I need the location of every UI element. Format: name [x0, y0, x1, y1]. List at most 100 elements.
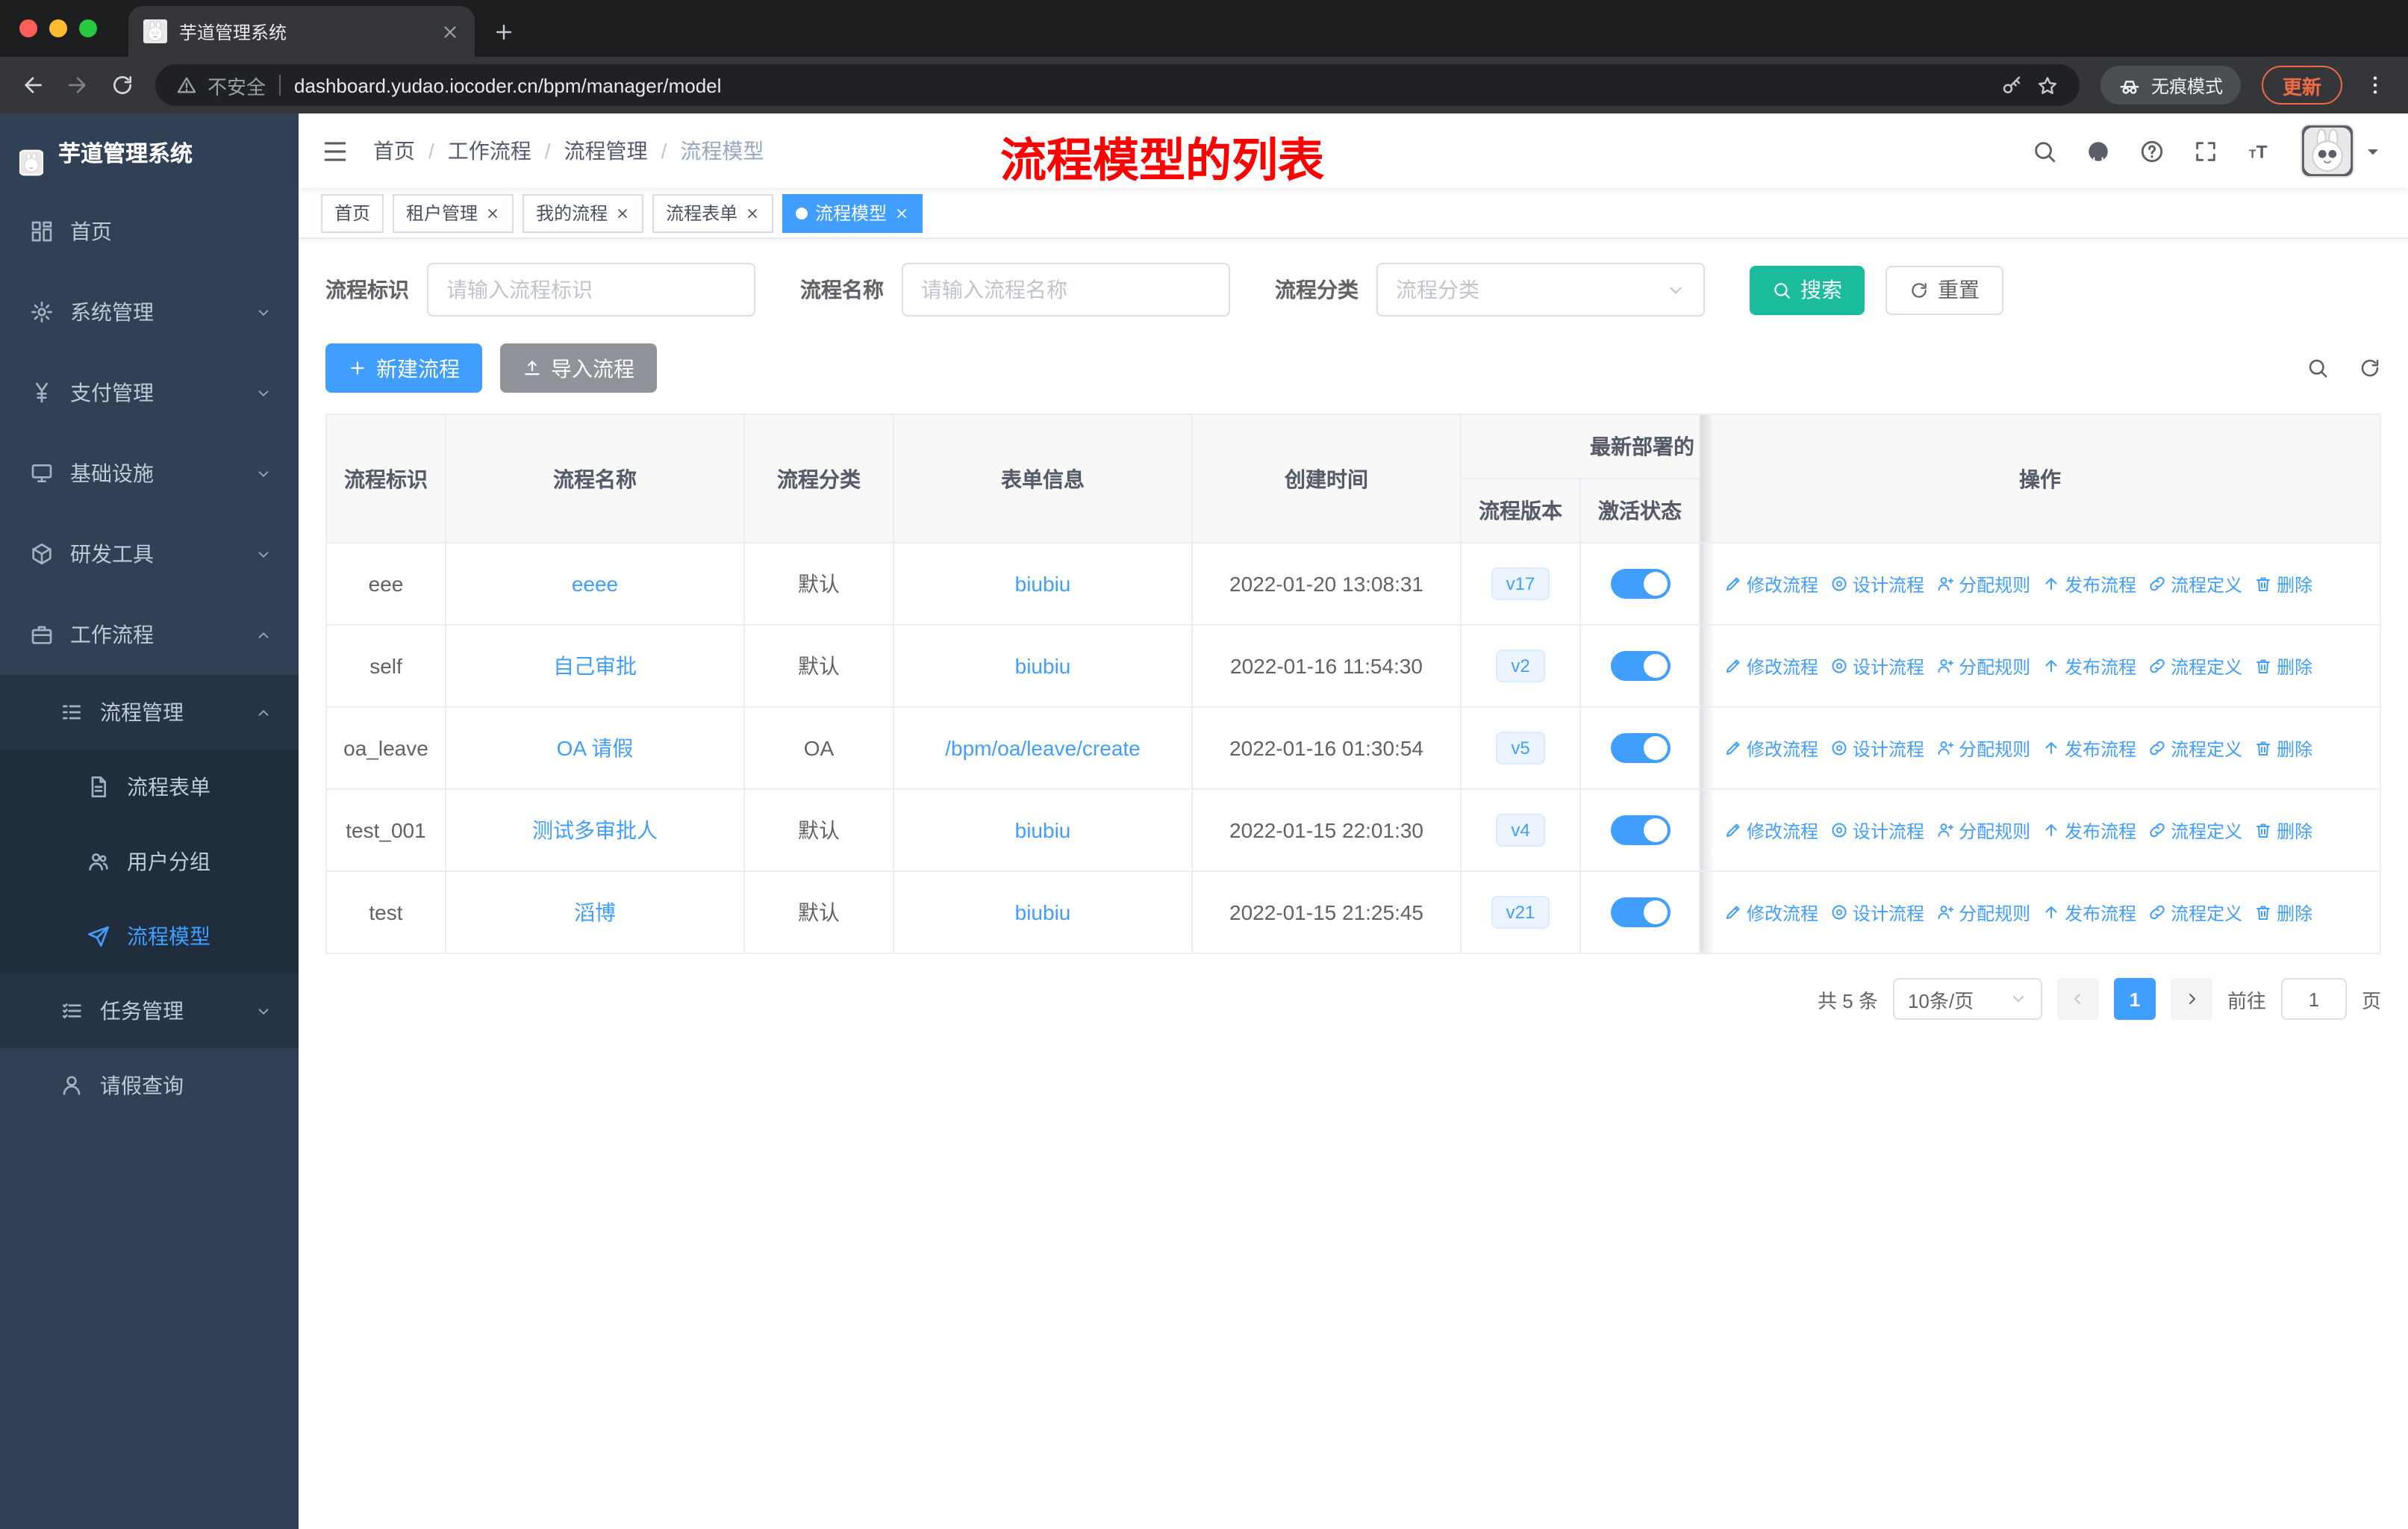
process-key-input[interactable]: [427, 263, 755, 317]
design-process-link[interactable]: 设计流程: [1830, 735, 1924, 761]
next-page-button[interactable]: [2170, 978, 2212, 1020]
reload-button[interactable]: [110, 73, 134, 97]
process-definition-link[interactable]: 流程定义: [2148, 735, 2242, 761]
bookmark-star-icon[interactable]: [2036, 74, 2059, 96]
back-button[interactable]: [21, 73, 45, 97]
design-process-link[interactable]: 设计流程: [1830, 818, 1924, 843]
sidebar-item-process-model[interactable]: 流程模型: [0, 899, 299, 974]
active-toggle[interactable]: [1610, 815, 1670, 845]
active-toggle[interactable]: [1610, 569, 1670, 599]
publish-process-link[interactable]: 发布流程: [2042, 653, 2136, 679]
tag-close-icon[interactable]: [615, 205, 630, 220]
search-button[interactable]: 搜索: [1750, 265, 1865, 314]
edit-process-link[interactable]: 修改流程: [1724, 653, 1818, 679]
sidebar-item-process-management[interactable]: 流程管理: [0, 675, 299, 750]
fullscreen-icon[interactable]: [2193, 138, 2218, 164]
user-menu[interactable]: [2301, 124, 2386, 178]
form-link[interactable]: biubiu: [1015, 900, 1071, 924]
edit-process-link[interactable]: 修改流程: [1724, 735, 1818, 761]
table-refresh-icon[interactable]: [2359, 357, 2381, 379]
tag-my-process[interactable]: 我的流程: [523, 193, 644, 232]
goto-page-input[interactable]: [2280, 978, 2347, 1020]
process-definition-link[interactable]: 流程定义: [2148, 653, 2242, 679]
active-toggle[interactable]: [1610, 651, 1670, 681]
assign-rules-link[interactable]: 分配规则: [1936, 818, 2030, 843]
form-link[interactable]: biubiu: [1015, 572, 1071, 596]
assign-rules-link[interactable]: 分配规则: [1936, 900, 2030, 925]
security-indicator[interactable]: 不安全: [176, 71, 266, 99]
form-link[interactable]: biubiu: [1015, 818, 1071, 842]
create-process-button[interactable]: 新建流程: [325, 343, 482, 393]
browser-tab[interactable]: 芋道管理系统: [128, 6, 475, 57]
window-zoom-button[interactable]: [79, 19, 97, 37]
form-link[interactable]: biubiu: [1015, 654, 1071, 678]
process-definition-link[interactable]: 流程定义: [2148, 571, 2242, 597]
active-toggle[interactable]: [1610, 897, 1670, 927]
tag-process-form[interactable]: 流程表单: [652, 193, 774, 232]
tab-close-icon[interactable]: [440, 22, 460, 41]
tag-close-icon[interactable]: [745, 205, 760, 220]
process-name-input[interactable]: [902, 263, 1230, 317]
process-definition-link[interactable]: 流程定义: [2148, 900, 2242, 925]
category-select[interactable]: 流程分类: [1376, 263, 1705, 317]
toggle-search-icon[interactable]: [2306, 357, 2329, 379]
browser-menu-button[interactable]: [2363, 73, 2387, 97]
breadcrumb-home[interactable]: 首页: [373, 136, 415, 166]
app-logo[interactable]: 芋道管理系统: [0, 113, 299, 191]
new-tab-button[interactable]: [493, 21, 515, 43]
delete-link[interactable]: 删除: [2254, 900, 2312, 925]
sidebar-item-task-management[interactable]: 任务管理: [0, 974, 299, 1048]
breadcrumb-process-management[interactable]: 流程管理: [564, 136, 648, 166]
address-bar[interactable]: 不安全 dashboard.yudao.iocoder.cn/bpm/manag…: [155, 64, 2080, 106]
breadcrumb-workflow[interactable]: 工作流程: [448, 136, 531, 166]
window-minimize-button[interactable]: [49, 19, 67, 37]
sidebar-toggle-button[interactable]: [321, 137, 349, 165]
sidebar-item-payment-management[interactable]: 支付管理: [0, 352, 299, 433]
assign-rules-link[interactable]: 分配规则: [1936, 653, 2030, 679]
process-definition-link[interactable]: 流程定义: [2148, 818, 2242, 843]
sidebar-item-user-group[interactable]: 用户分组: [0, 824, 299, 899]
page-size-select[interactable]: 10条/页: [1892, 978, 2042, 1020]
assign-rules-link[interactable]: 分配规则: [1936, 571, 2030, 597]
active-toggle[interactable]: [1610, 733, 1670, 763]
model-name-link[interactable]: 自己审批: [553, 654, 637, 678]
edit-process-link[interactable]: 修改流程: [1724, 818, 1818, 843]
tag-home[interactable]: 首页: [321, 193, 384, 232]
sidebar-item-infrastructure[interactable]: 基础设施: [0, 433, 299, 514]
model-name-link[interactable]: 滔博: [574, 900, 616, 924]
publish-process-link[interactable]: 发布流程: [2042, 818, 2136, 843]
sidebar-item-system-management[interactable]: 系统管理: [0, 272, 299, 352]
publish-process-link[interactable]: 发布流程: [2042, 571, 2136, 597]
tag-close-icon[interactable]: [894, 205, 909, 220]
delete-link[interactable]: 删除: [2254, 653, 2312, 679]
sidebar-item-leave-query[interactable]: 请假查询: [0, 1048, 299, 1123]
window-close-button[interactable]: [19, 19, 37, 37]
design-process-link[interactable]: 设计流程: [1830, 653, 1924, 679]
help-icon[interactable]: [2139, 138, 2165, 164]
form-link[interactable]: /bpm/oa/leave/create: [945, 736, 1141, 760]
design-process-link[interactable]: 设计流程: [1830, 900, 1924, 925]
publish-process-link[interactable]: 发布流程: [2042, 900, 2136, 925]
prev-page-button[interactable]: [2056, 978, 2099, 1020]
model-name-link[interactable]: OA 请假: [557, 736, 634, 760]
forward-button[interactable]: [66, 73, 90, 97]
sidebar-item-process-form[interactable]: 流程表单: [0, 750, 299, 824]
sidebar-item-home[interactable]: 首页: [0, 191, 299, 272]
delete-link[interactable]: 删除: [2254, 818, 2312, 843]
font-size-icon[interactable]: TT: [2247, 138, 2272, 164]
model-name-link[interactable]: eeee: [572, 572, 618, 596]
assign-rules-link[interactable]: 分配规则: [1936, 735, 2030, 761]
delete-link[interactable]: 删除: [2254, 735, 2312, 761]
header-search-icon[interactable]: [2032, 138, 2057, 164]
delete-link[interactable]: 删除: [2254, 571, 2312, 597]
github-icon[interactable]: [2086, 138, 2111, 164]
page-1-button[interactable]: 1: [2113, 978, 2156, 1020]
design-process-link[interactable]: 设计流程: [1830, 571, 1924, 597]
update-button[interactable]: 更新: [2261, 66, 2342, 105]
import-process-button[interactable]: 导入流程: [500, 343, 657, 393]
tag-process-model[interactable]: 流程模型: [782, 193, 923, 232]
sidebar-item-dev-tools[interactable]: 研发工具: [0, 514, 299, 594]
password-key-icon[interactable]: [2000, 74, 2023, 96]
reset-button[interactable]: 重置: [1885, 265, 2003, 314]
edit-process-link[interactable]: 修改流程: [1724, 900, 1818, 925]
